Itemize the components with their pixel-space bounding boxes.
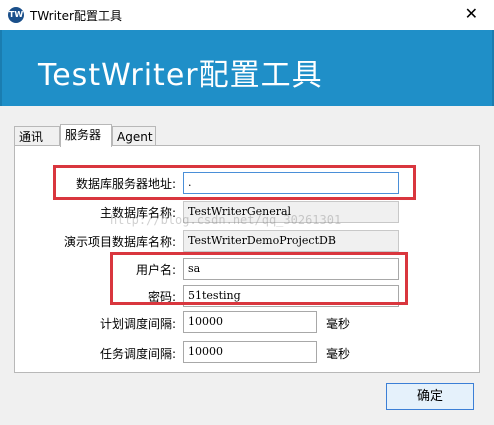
demo-db-field: TestWriterDemoProjectDB [183, 230, 399, 252]
watermark-text: http://blog.csdn.net/qq_30261301 [110, 213, 342, 227]
highlight-box-credentials [110, 252, 408, 305]
close-icon[interactable]: ✕ [465, 4, 478, 23]
demo-db-label: 演示项目数据库名称: [63, 235, 176, 249]
task-interval-label: 任务调度间隔: [99, 347, 176, 361]
plan-interval-input[interactable]: 10000 [183, 311, 317, 333]
tab-communication[interactable]: 通讯 [14, 126, 60, 146]
task-interval-input[interactable]: 10000 [183, 341, 317, 363]
title-bar: TW TWriter配置工具 ✕ [0, 0, 494, 30]
header-banner: TestWriter配置工具 [0, 30, 494, 106]
ok-button[interactable]: 确定 [386, 383, 474, 410]
tab-agent[interactable]: Agent [112, 126, 156, 146]
task-interval-unit: 毫秒 [326, 347, 351, 361]
plan-interval-unit: 毫秒 [326, 317, 351, 331]
app-icon: TW [8, 7, 24, 23]
banner-title: TestWriter配置工具 [38, 58, 323, 93]
tab-server[interactable]: 服务器 [60, 124, 112, 147]
highlight-box-db-server [53, 165, 416, 200]
window-title: TWriter配置工具 [30, 9, 122, 23]
plan-interval-label: 计划调度间隔: [99, 317, 176, 331]
